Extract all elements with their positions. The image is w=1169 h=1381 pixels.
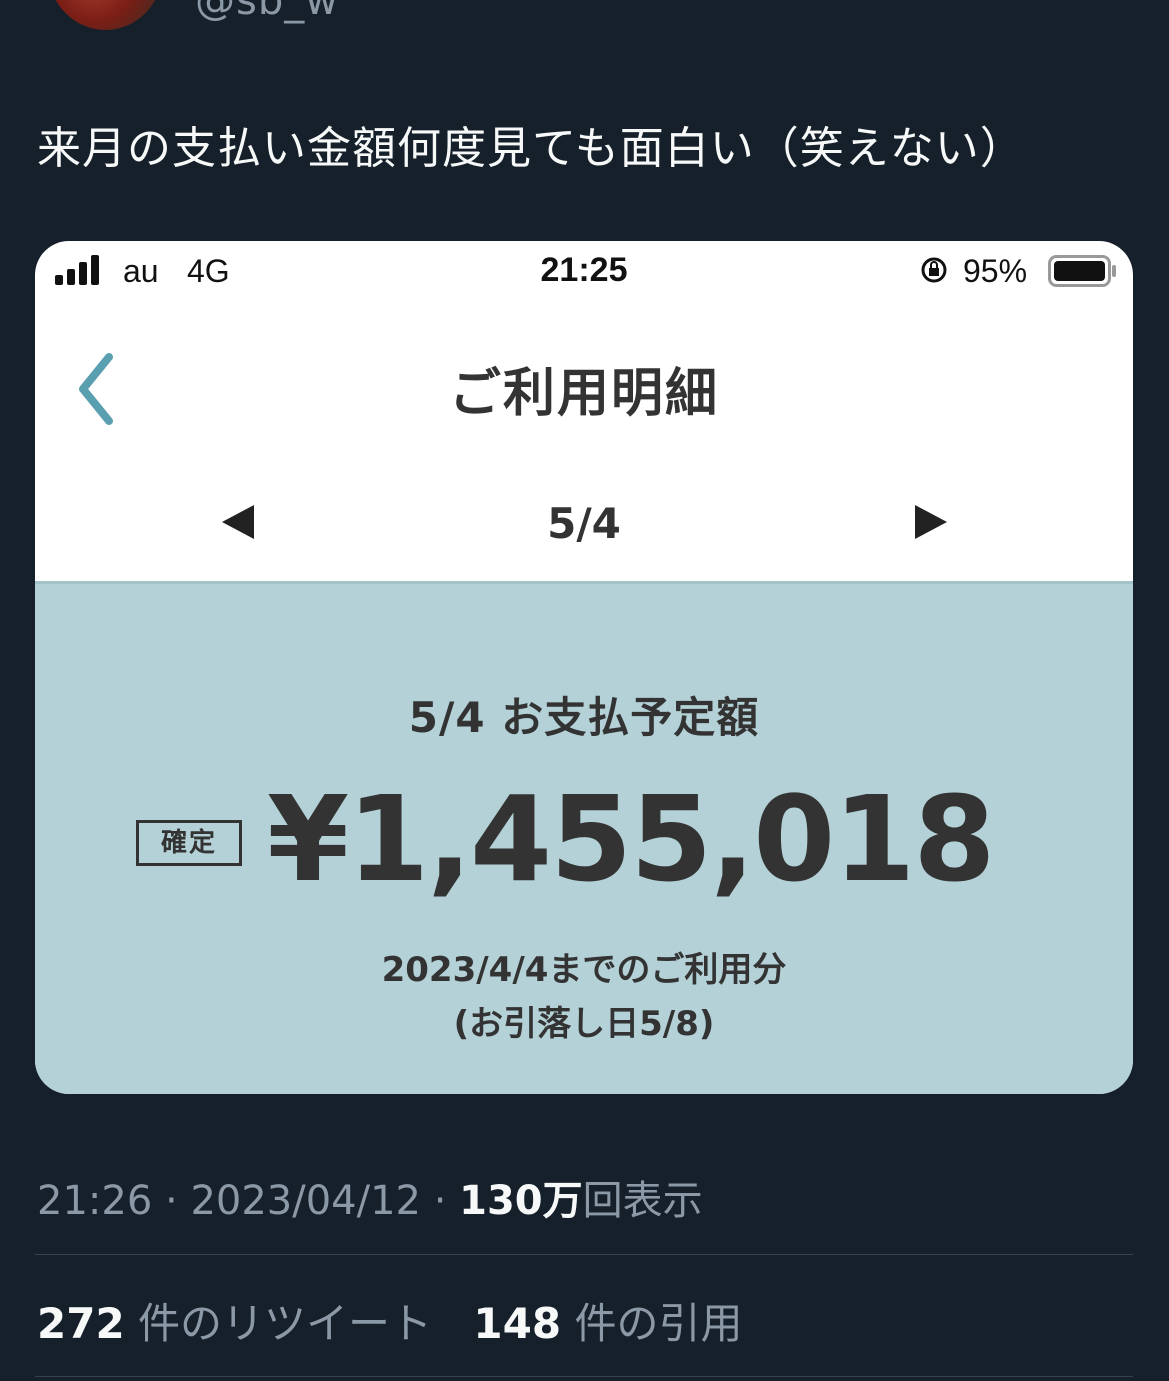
phone-status-bar: au 4G 21:25 95% (35, 241, 1133, 305)
payment-summary-panel: 5/4 お支払予定額 確定 ¥1,455,018 2023/4/4までのご利用分… (35, 581, 1133, 1094)
retweets-count: 272 (37, 1299, 125, 1348)
retweets-stat[interactable]: 272 件のリツイート (37, 1299, 432, 1348)
quotes-stat[interactable]: 148 件の引用 (473, 1299, 742, 1348)
tweet-text: 来月の支払い金額何度見ても面白い（笑えない） (37, 123, 1025, 174)
battery-icon (1048, 255, 1116, 287)
avatar[interactable] (48, 0, 163, 30)
user-handle[interactable]: @sb_w (195, 0, 339, 24)
quotes-label: 件の引用 (574, 1299, 743, 1348)
divider (35, 1254, 1133, 1255)
tweet-time[interactable]: 21:26 (37, 1178, 152, 1224)
debit-date: (お引落し日5/8) (453, 1004, 715, 1044)
page-title: ご利用明細 (448, 364, 719, 424)
due-label: 5/4 お支払予定額 (408, 693, 760, 742)
views-label: 回表示 (582, 1178, 703, 1224)
views-count: 130万 (459, 1178, 583, 1224)
next-triangle-icon[interactable] (913, 503, 949, 541)
orientation-lock-icon (921, 257, 947, 283)
period-label: 5/4 (547, 499, 621, 548)
payment-amount: ¥1,455,018 (267, 770, 995, 908)
tweet-date[interactable]: 2023/04/12 (190, 1178, 421, 1224)
quotes-count: 148 (473, 1299, 562, 1348)
tweet-media-image[interactable]: au 4G 21:25 95% ご利用明細 5/4 5/4 お支払予定額 確定 … (35, 241, 1133, 1094)
tweet-stats: 272 件のリツイート 148 件の引用 (37, 1290, 770, 1351)
divider (35, 1376, 1133, 1377)
retweets-label: 件のリツイート (138, 1299, 433, 1348)
status-badge: 確定 (136, 820, 242, 866)
tweet-meta: 21:26 · 2023/04/12 · 130万回表示 (37, 1178, 703, 1224)
usage-period: 2023/4/4までのご利用分 (381, 950, 787, 990)
battery-percent: 95% (963, 253, 1028, 289)
